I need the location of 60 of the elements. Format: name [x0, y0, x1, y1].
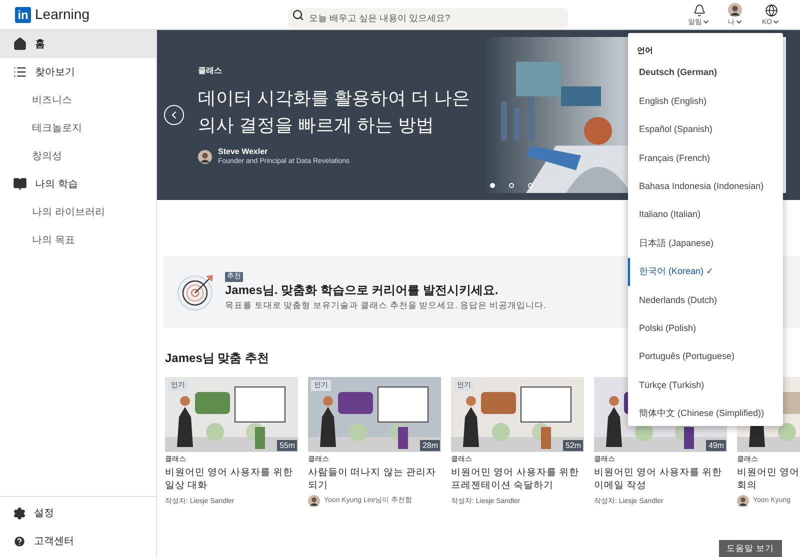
hero-title[interactable]: 데이터 시각화를 활용하여 더 나은 의사 결정을 빠르게 하는 방법 [198, 85, 470, 139]
search-icon [292, 8, 304, 20]
sidebar-item[interactable]: 설정 [0, 499, 156, 527]
recommender-avatar [737, 495, 749, 507]
card-title[interactable]: 비원어민 영어 회의 [737, 466, 800, 492]
sidebar-item[interactable]: 고객센터 [0, 527, 156, 555]
previous-button[interactable] [164, 105, 184, 125]
language-option[interactable]: 日本語 (Japanese) [628, 229, 783, 258]
search-field[interactable]: 오늘 배우고 싶은 내용이 있으세요? [288, 8, 568, 28]
logo-text[interactable]: Learning [35, 4, 90, 25]
promo-text: 목표를 토대로 맞춤형 보유기술과 클래스 추천을 받으세요. 응답은 비공개입니다. [225, 299, 546, 312]
sidebar-item[interactable]: 나의 라이브러리 [0, 198, 156, 226]
target-icon [177, 273, 215, 311]
sidebar-item[interactable]: 나의 목표 [0, 226, 156, 254]
caret-icon [702, 18, 710, 26]
book-icon [13, 177, 27, 191]
language-option[interactable]: Português (Portuguese) [628, 342, 783, 372]
sidebar-item[interactable]: 홈 [0, 30, 156, 58]
duration-badge: 49m [706, 440, 726, 451]
settings-icon [13, 506, 26, 520]
recommender-avatar [308, 495, 320, 507]
language-option[interactable]: 簡体中文 (Chinese (Simplified)) [628, 400, 783, 428]
card-title[interactable]: 비원어민 영어 사용자를 위한 일상 대화 [165, 466, 298, 492]
section-title: James님 맞춤 추천 [165, 350, 270, 367]
sidebar-item[interactable]: 테크놀로지 [0, 114, 156, 142]
language-option[interactable]: Polski (Polish) [628, 314, 783, 343]
language-option[interactable]: Italiano (Italian) [628, 200, 783, 230]
avatar-icon [728, 2, 742, 16]
duration-badge: 55m [277, 440, 297, 451]
promo-title[interactable]: James님. 맞춤화 학습으로 커리어를 발전시키세요. [225, 282, 546, 299]
sidebar-item[interactable]: 나의 학습 [0, 170, 156, 198]
duration-badge: 52m [563, 440, 583, 451]
card-title[interactable]: 비원어민 영어 사용자를 위한 이메일 작성 [594, 466, 727, 492]
help-button[interactable]: 도움말 보기 [718, 540, 782, 557]
bell-icon [692, 4, 706, 16]
language-option[interactable]: Türkçe (Turkish) [628, 371, 783, 400]
caret-icon [734, 18, 742, 26]
duration-badge: 28m [420, 440, 440, 451]
help-icon [13, 534, 26, 548]
card-title[interactable]: 비원어민 영어 사용자를 위한 프레젠테이션 숙달하기 [451, 466, 584, 492]
sidebar-item[interactable]: 비즈니스 [0, 86, 156, 114]
author-name: Steve Wexler [218, 147, 269, 157]
language-option[interactable]: Nederlands (Dutch) [628, 286, 783, 315]
home-icon [13, 37, 27, 51]
menu-title: 언어 [636, 45, 654, 57]
language-option[interactable]: 한국어 (Korean) ✓ [628, 258, 783, 286]
language-option[interactable]: Español (Spanish) [628, 116, 783, 144]
hero-eyebrow: 클래스 [198, 65, 223, 77]
card-title[interactable]: 사람들이 떠나지 않는 관리자 되기 [308, 466, 441, 492]
globe-icon [764, 4, 778, 16]
list-icon [13, 65, 27, 79]
caret-icon [772, 18, 780, 26]
sidebar-item[interactable]: 창의성 [0, 142, 156, 170]
logo-badge[interactable]: in [15, 6, 31, 22]
language-option[interactable]: Français (French) [628, 144, 783, 173]
language-option[interactable]: Deutsch (German) [628, 59, 783, 88]
language-option[interactable]: Bahasa Indonesia (Indonesian) [628, 172, 783, 201]
language-option[interactable]: English (English) [628, 87, 783, 116]
sidebar-item[interactable]: 찾아보기 [0, 58, 156, 86]
author-avatar [198, 150, 212, 164]
